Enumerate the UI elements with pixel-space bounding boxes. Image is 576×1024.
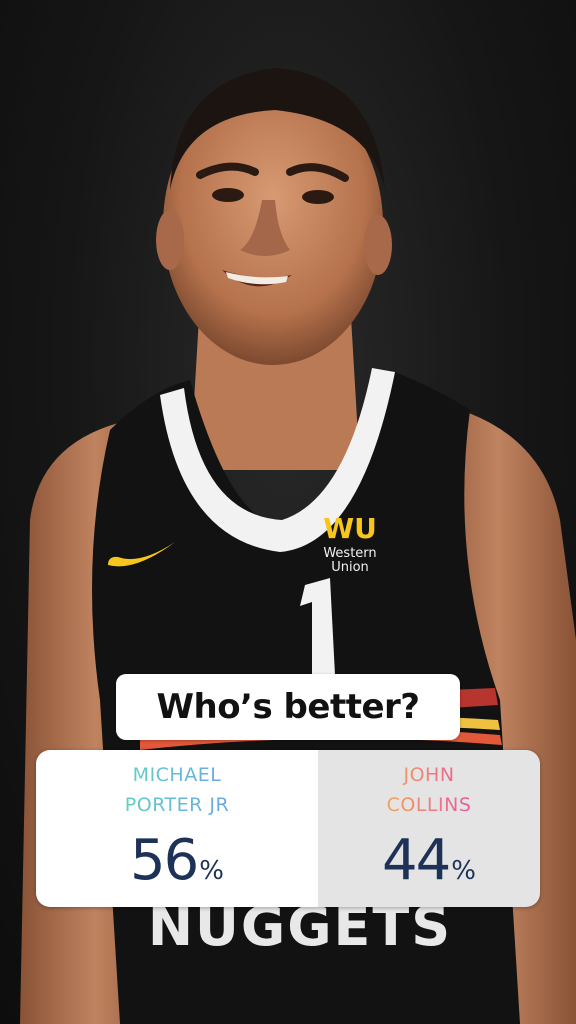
poll-question-sticker: Who’s better? [116,674,460,740]
poll-sticker: MICHAEL PORTER JR 56% JOHN COLLINS 44% [36,750,540,907]
poll-option-label: JOHN COLLINS [387,760,472,820]
sponsor-logo: WU [323,512,377,545]
poll-percent-sign: % [199,856,224,886]
poll-option-label: MICHAEL PORTER JR [125,760,229,820]
poll-option-percent: 44% [382,828,476,893]
poll-percent-value: 56 [130,828,199,893]
poll-question: Who’s better? [156,687,420,727]
sponsor-name-line1: Western [323,546,376,561]
left-eye [212,188,244,202]
poll-option-label-line1: JOHN [403,764,455,786]
poll-option-john-collins[interactable]: JOHN COLLINS 44% [318,750,540,907]
poll-option-percent: 56% [130,828,224,893]
poll-percent-sign: % [451,856,476,886]
poll-percent-value: 44 [382,828,451,893]
poll-option-label-line2: PORTER JR [124,794,230,816]
right-eye [302,190,334,204]
left-ear [156,210,184,270]
right-ear [364,215,392,275]
poll-option-michael-porter-jr[interactable]: MICHAEL PORTER JR 56% [36,750,318,907]
poll-option-label-line2: COLLINS [386,794,472,816]
poll-option-label-line1: MICHAEL [132,764,222,786]
sponsor-name-line2: Union [331,560,369,575]
